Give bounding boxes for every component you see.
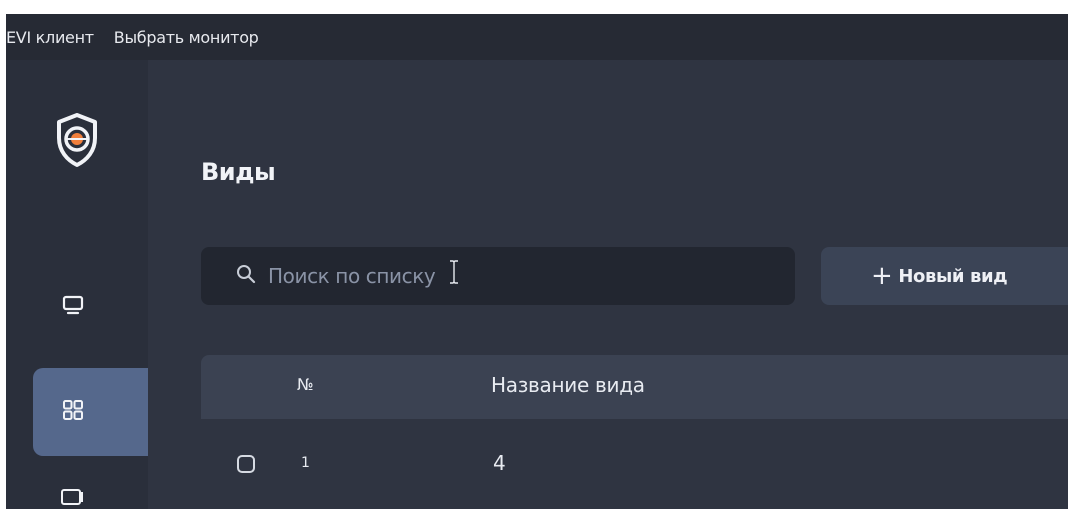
shield-logo-icon (54, 112, 100, 168)
row-number: 1 (301, 455, 310, 471)
sidebar-item-views[interactable] (33, 368, 148, 456)
search-icon (236, 264, 256, 288)
page-title: Виды (201, 158, 276, 186)
column-header-number[interactable]: № (297, 375, 314, 394)
new-view-button[interactable]: + Новый вид (821, 247, 1068, 305)
monitor-icon (62, 294, 84, 320)
table-header: № Название вида (201, 355, 1068, 419)
new-view-label: Новый вид (898, 265, 1008, 287)
grid-icon (62, 399, 84, 425)
menu-select-monitor[interactable]: Выбрать монитор (108, 14, 265, 60)
row-view-name: 4 (493, 451, 506, 475)
menu-app-name[interactable]: EVI клиент (6, 14, 100, 60)
layout-icon (60, 484, 86, 509)
plus-icon: + (871, 261, 893, 291)
table-row[interactable]: 1 4 (201, 420, 1068, 490)
row-checkbox[interactable] (237, 455, 255, 473)
sidebar-item-monitor[interactable] (33, 272, 148, 342)
menubar: EVI клиент Выбрать монитор (6, 14, 1068, 60)
search-box[interactable] (201, 247, 795, 305)
sidebar (6, 60, 148, 509)
text-cursor-icon (449, 259, 459, 285)
sidebar-item-layouts[interactable] (33, 482, 148, 509)
app-window: EVI клиент Выбрать монитор Виды Поиск по… (6, 14, 1068, 509)
column-header-name[interactable]: Название вида (491, 373, 645, 397)
search-input[interactable] (266, 263, 750, 289)
main-content: Виды + Новый вид № Название вида (148, 60, 1068, 509)
